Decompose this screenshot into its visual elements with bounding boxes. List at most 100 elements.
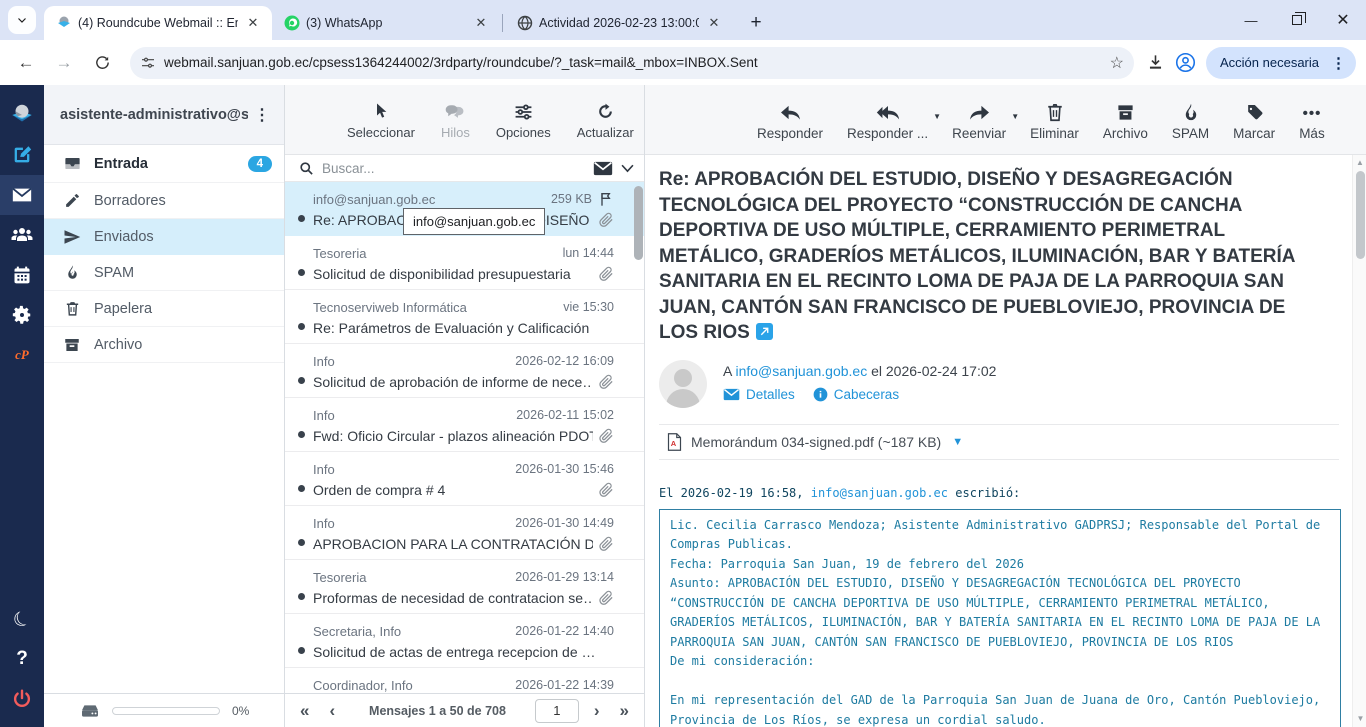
contacts-nav-button[interactable] — [0, 215, 44, 255]
attachment-menu-icon[interactable]: ▼ — [952, 436, 963, 448]
search-scope-icon[interactable] — [593, 161, 613, 176]
next-page-button[interactable]: › — [589, 702, 605, 719]
more-button[interactable]: ••• Más — [1299, 98, 1325, 141]
quoted-sender-link[interactable]: info@sanjuan.gob.ec — [811, 486, 948, 500]
prev-page-button[interactable]: ‹ — [324, 702, 340, 719]
content-scrollbar[interactable]: ▲ ▼ — [1352, 155, 1366, 727]
message-row[interactable]: Tecnoserviweb Informáticavie 15:30 Re: P… — [285, 290, 644, 344]
folder-borradores[interactable]: Borradores — [44, 183, 284, 219]
archive-icon — [1116, 98, 1135, 122]
mail-nav-button[interactable] — [0, 175, 44, 215]
recipient-link[interactable]: info@sanjuan.gob.ec — [735, 363, 867, 379]
details-toggle[interactable]: Detalles — [723, 387, 795, 402]
tab-close-button[interactable]: ✕ — [705, 14, 723, 32]
quota-percent: 0% — [232, 704, 249, 718]
message-sender: Coordinador, Info — [313, 678, 509, 693]
search-options-chevron-icon[interactable] — [621, 164, 634, 173]
forward-button[interactable]: Reenviar ▼ — [952, 98, 1006, 141]
download-icon[interactable] — [1146, 53, 1165, 72]
message-toolbar: Responder Responder ... ▼ Reenviar ▼ Eli… — [645, 85, 1366, 155]
reply-all-button[interactable]: Responder ... ▼ — [847, 98, 928, 141]
tab-whatsapp[interactable]: (3) WhatsApp ✕ — [272, 6, 500, 40]
options-button[interactable]: Opciones — [496, 99, 551, 140]
reply-button[interactable]: Responder — [757, 98, 823, 141]
close-button[interactable]: ✕ — [1320, 0, 1366, 40]
mark-button[interactable]: Marcar — [1233, 98, 1275, 141]
action-needed-button[interactable]: Acción necesaria ⋮ — [1206, 47, 1356, 79]
minimize-button[interactable]: — — [1228, 0, 1274, 40]
scroll-up-icon[interactable]: ▲ — [1353, 155, 1366, 169]
attachment-row[interactable]: A Memorándum 034-signed.pdf (~187 KB) ▼ — [659, 424, 1339, 460]
tab-close-button[interactable]: ✕ — [244, 14, 262, 32]
forward-menu-icon[interactable]: ▼ — [1011, 112, 1019, 121]
reply-all-menu-icon[interactable]: ▼ — [933, 112, 941, 121]
message-row[interactable]: Secretaria, Info2026-01-22 14:40 Solicit… — [285, 614, 644, 668]
first-page-button[interactable]: « — [295, 702, 314, 719]
unread-dot — [298, 269, 305, 276]
tab-actividad[interactable]: Actividad 2026-02-23 13:00:00 ✕ — [505, 6, 733, 40]
scroll-down-icon[interactable]: ▼ — [1353, 711, 1366, 725]
logout-button[interactable] — [0, 679, 44, 719]
tab-roundcube[interactable]: (4) Roundcube Webmail :: Envia ✕ — [44, 6, 272, 40]
flag-icon[interactable] — [598, 191, 614, 207]
open-in-new-window-icon[interactable] — [756, 323, 773, 340]
cpanel-nav-button[interactable]: cP — [0, 335, 44, 375]
mark-label: Marcar — [1233, 126, 1275, 141]
tab-title: (4) Roundcube Webmail :: Envia — [78, 16, 238, 30]
calendar-nav-button[interactable] — [0, 255, 44, 295]
tab-close-button[interactable]: ✕ — [472, 14, 490, 32]
message-subject: Fwd: Oficio Circular - plazos alineación… — [313, 428, 593, 444]
account-header[interactable]: asistente-administrativo@sa... ⋮ — [44, 85, 284, 145]
message-meta: 2026-01-29 13:14 — [515, 570, 614, 584]
last-page-button[interactable]: » — [615, 702, 634, 719]
dark-mode-button[interactable]: ☾ — [0, 599, 44, 639]
archive-button[interactable]: Archivo — [1103, 98, 1148, 141]
tab-search-button[interactable] — [8, 6, 36, 34]
account-menu-icon[interactable]: ⋮ — [248, 105, 276, 125]
delete-button[interactable]: Eliminar — [1030, 98, 1079, 141]
message-row[interactable]: Info2026-01-30 15:46 Orden de compra # 4 — [285, 452, 644, 506]
forward-button[interactable]: → — [48, 47, 80, 79]
unread-dot — [298, 647, 305, 654]
list-scrollbar[interactable] — [634, 186, 643, 260]
message-row[interactable]: Info2026-02-12 16:09 Solicitud de aproba… — [285, 344, 644, 398]
page-number-input[interactable] — [535, 699, 579, 723]
back-button[interactable]: ← — [10, 47, 42, 79]
search-icon — [299, 161, 314, 176]
message-meta: 2026-01-30 15:46 — [515, 462, 614, 476]
folder-entrada[interactable]: Entrada 4 — [44, 145, 284, 183]
url-text[interactable]: webmail.sanjuan.gob.ec/cpsess1364244002/… — [164, 55, 1102, 70]
new-tab-button[interactable]: + — [743, 12, 769, 34]
message-row[interactable]: Tesoreria2026-01-29 13:14 Proformas de n… — [285, 560, 644, 614]
folder-archivo[interactable]: Archivo — [44, 327, 284, 363]
message-row[interactable]: Info2026-02-11 15:02 Fwd: Oficio Circula… — [285, 398, 644, 452]
attachment-name[interactable]: Memorándum 034-signed.pdf — [691, 434, 874, 450]
folder-enviados[interactable]: Enviados — [44, 219, 284, 255]
browser-menu-icon[interactable]: ⋮ — [1327, 54, 1350, 72]
bookmark-star-icon[interactable]: ☆ — [1110, 53, 1124, 73]
message-row[interactable]: Tesorerialun 14:44 Solicitud de disponib… — [285, 236, 644, 290]
profile-icon[interactable] — [1175, 52, 1196, 73]
reload-button[interactable] — [86, 47, 118, 79]
settings-nav-button[interactable] — [0, 295, 44, 335]
folder-spam[interactable]: SPAM — [44, 255, 284, 291]
search-input[interactable] — [322, 161, 585, 176]
threads-button[interactable]: Hilos — [441, 99, 470, 140]
help-button[interactable]: ? — [0, 639, 44, 679]
message-row[interactable]: Info2026-01-30 14:49 APROBACION PARA LA … — [285, 506, 644, 560]
message-row[interactable]: Coordinador, Info2026-01-22 14:39 — [285, 668, 644, 693]
select-button[interactable]: Seleccionar — [347, 99, 415, 140]
address-bar[interactable]: webmail.sanjuan.gob.ec/cpsess1364244002/… — [130, 47, 1134, 79]
compose-button[interactable] — [0, 135, 44, 175]
browser-toolbar: ← → webmail.sanjuan.gob.ec/cpsess1364244… — [0, 40, 1366, 85]
spam-button[interactable]: SPAM — [1172, 98, 1209, 141]
refresh-button[interactable]: Actualizar — [577, 99, 634, 140]
restore-button[interactable] — [1274, 0, 1320, 40]
headers-toggle[interactable]: Cabeceras — [813, 387, 899, 402]
scroll-thumb[interactable] — [1356, 171, 1365, 259]
folder-papelera[interactable]: Papelera — [44, 291, 284, 327]
folder-label: Entrada — [94, 156, 236, 172]
site-settings-icon — [140, 55, 156, 71]
tab-title: (3) WhatsApp — [306, 16, 466, 30]
pdf-file-icon: A — [667, 433, 682, 451]
